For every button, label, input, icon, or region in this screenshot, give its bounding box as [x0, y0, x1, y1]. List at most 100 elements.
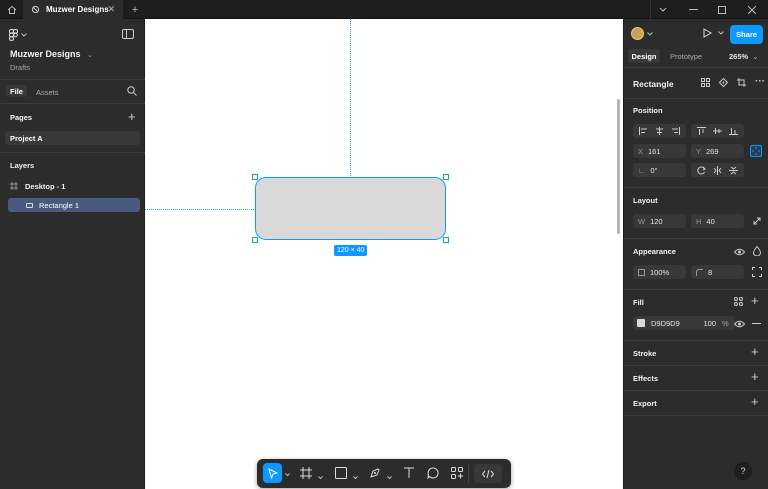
- tab-file[interactable]: File: [6, 85, 27, 97]
- flip-horizontal-icon[interactable]: [713, 165, 722, 175]
- user-menu[interactable]: [631, 27, 653, 40]
- blend-mode-button[interactable]: [752, 245, 762, 259]
- chevron-down-icon[interactable]: [387, 471, 392, 483]
- constrain-proportions-button[interactable]: [752, 216, 762, 229]
- shape-tool[interactable]: [335, 467, 347, 482]
- align-center-vertical-icon[interactable]: [712, 127, 722, 135]
- width-field[interactable]: W 120: [633, 214, 686, 228]
- file-tab[interactable]: Muzwer Designs ✕: [23, 0, 123, 19]
- rectangle-shape[interactable]: [255, 177, 446, 240]
- more-options-icon[interactable]: ···: [755, 77, 765, 87]
- align-left-icon[interactable]: [639, 127, 648, 135]
- main-menu-button[interactable]: [9, 29, 27, 41]
- rectangle-icon: [335, 467, 347, 479]
- flip-vertical-icon[interactable]: [728, 166, 738, 175]
- add-stroke-button[interactable]: +: [751, 344, 759, 359]
- frame-tool[interactable]: [300, 467, 312, 482]
- add-fill-button[interactable]: +: [751, 293, 759, 308]
- x-label: X: [638, 146, 644, 156]
- visibility-toggle[interactable]: [733, 247, 746, 259]
- resize-handle-top-right[interactable]: [443, 174, 449, 180]
- minimize-button[interactable]: [680, 0, 706, 19]
- x-field[interactable]: X 161: [633, 144, 686, 158]
- chevron-down-icon[interactable]: [318, 471, 323, 483]
- chevron-down-icon: [21, 33, 27, 37]
- y-field[interactable]: Y 269: [691, 144, 744, 158]
- cursor-icon: [267, 467, 278, 479]
- rotate-icon[interactable]: [697, 166, 707, 175]
- corner-radius-field[interactable]: 8: [691, 265, 744, 279]
- vertical-scrollbar[interactable]: [617, 99, 620, 234]
- help-button[interactable]: ?: [734, 462, 752, 480]
- resize-handle-bottom-left[interactable]: [252, 237, 258, 243]
- export-heading: Export: [633, 399, 657, 408]
- chevron-down-icon[interactable]: [353, 471, 358, 483]
- grid-icon[interactable]: [701, 78, 710, 87]
- layer-item-desktop-1[interactable]: Desktop - 1: [5, 179, 140, 193]
- rotation-icon: ∟: [638, 165, 646, 175]
- remove-fill-icon[interactable]: [752, 323, 761, 324]
- share-button[interactable]: Share: [730, 25, 763, 44]
- add-export-button[interactable]: +: [751, 394, 759, 409]
- chevron-down-icon[interactable]: [285, 468, 290, 480]
- actions-icon: [451, 467, 463, 479]
- toggle-sidebar-button[interactable]: [122, 29, 134, 42]
- height-field[interactable]: H 40: [691, 214, 744, 228]
- crop-icon[interactable]: [737, 78, 746, 87]
- tab-prototype[interactable]: Prototype: [670, 52, 702, 61]
- fill-row[interactable]: D9D9D9 100 %: [633, 316, 735, 330]
- layout-heading: Layout: [633, 196, 658, 205]
- chevron-down-icon[interactable]: [650, 0, 674, 19]
- home-button[interactable]: [0, 0, 23, 19]
- text-tool[interactable]: [403, 467, 415, 482]
- independent-corners-button[interactable]: [752, 267, 762, 280]
- layer-item-rectangle-1[interactable]: Rectangle 1: [8, 198, 140, 212]
- add-page-button[interactable]: +: [128, 109, 136, 124]
- toolbar-divider: [468, 464, 469, 483]
- comment-tool[interactable]: [427, 467, 439, 482]
- align-bottom-icon[interactable]: [728, 127, 738, 135]
- pen-tool[interactable]: [369, 467, 381, 482]
- figma-logo-icon: [9, 29, 18, 41]
- fill-visibility-toggle[interactable]: [733, 319, 746, 331]
- search-button[interactable]: [127, 86, 137, 99]
- canvas[interactable]: 120 × 40: [145, 19, 623, 489]
- constraints-button[interactable]: [750, 145, 762, 157]
- divider: [624, 98, 768, 99]
- align-top-icon[interactable]: [697, 127, 707, 135]
- page-item-label: Project A: [10, 133, 43, 143]
- tab-design[interactable]: Design: [628, 49, 660, 63]
- present-button[interactable]: [703, 28, 724, 38]
- bottom-toolbar: [257, 459, 511, 488]
- code-icon: [482, 469, 494, 478]
- rotation-field[interactable]: ∟ 0°: [633, 163, 686, 177]
- tab-assets[interactable]: Assets: [36, 88, 59, 97]
- component-icon[interactable]: [719, 78, 728, 87]
- resize-handle-bottom-right[interactable]: [443, 237, 449, 243]
- zoom-dropdown[interactable]: 265% ⌄: [729, 52, 758, 61]
- corners-icon: [752, 267, 762, 277]
- opacity-field[interactable]: 100%: [633, 265, 686, 279]
- close-tab-icon[interactable]: ✕: [107, 4, 115, 15]
- comment-icon: [427, 467, 439, 480]
- styles-button[interactable]: [734, 297, 743, 309]
- dev-mode-toggle[interactable]: [474, 464, 502, 483]
- move-tool[interactable]: [263, 463, 282, 483]
- transform-group: [691, 163, 744, 177]
- resize-handle-top-left[interactable]: [252, 174, 258, 180]
- rectangle-icon: [26, 202, 33, 208]
- actions-tool[interactable]: [451, 467, 463, 482]
- fill-swatch[interactable]: [637, 319, 645, 327]
- close-window-button[interactable]: [738, 0, 766, 19]
- plus-icon: +: [131, 3, 139, 16]
- add-effect-button[interactable]: +: [751, 369, 759, 384]
- new-tab-button[interactable]: +: [128, 0, 142, 19]
- align-right-icon[interactable]: [671, 127, 680, 135]
- maximize-button[interactable]: [708, 0, 736, 19]
- project-name[interactable]: Muzwer Designs ⌄: [10, 49, 93, 59]
- align-center-horizontal-icon[interactable]: [655, 127, 664, 135]
- page-item-project-a[interactable]: Project A: [5, 131, 140, 145]
- divider: [624, 67, 768, 68]
- maximize-icon: [718, 5, 726, 14]
- horizontal-guide: [145, 209, 254, 210]
